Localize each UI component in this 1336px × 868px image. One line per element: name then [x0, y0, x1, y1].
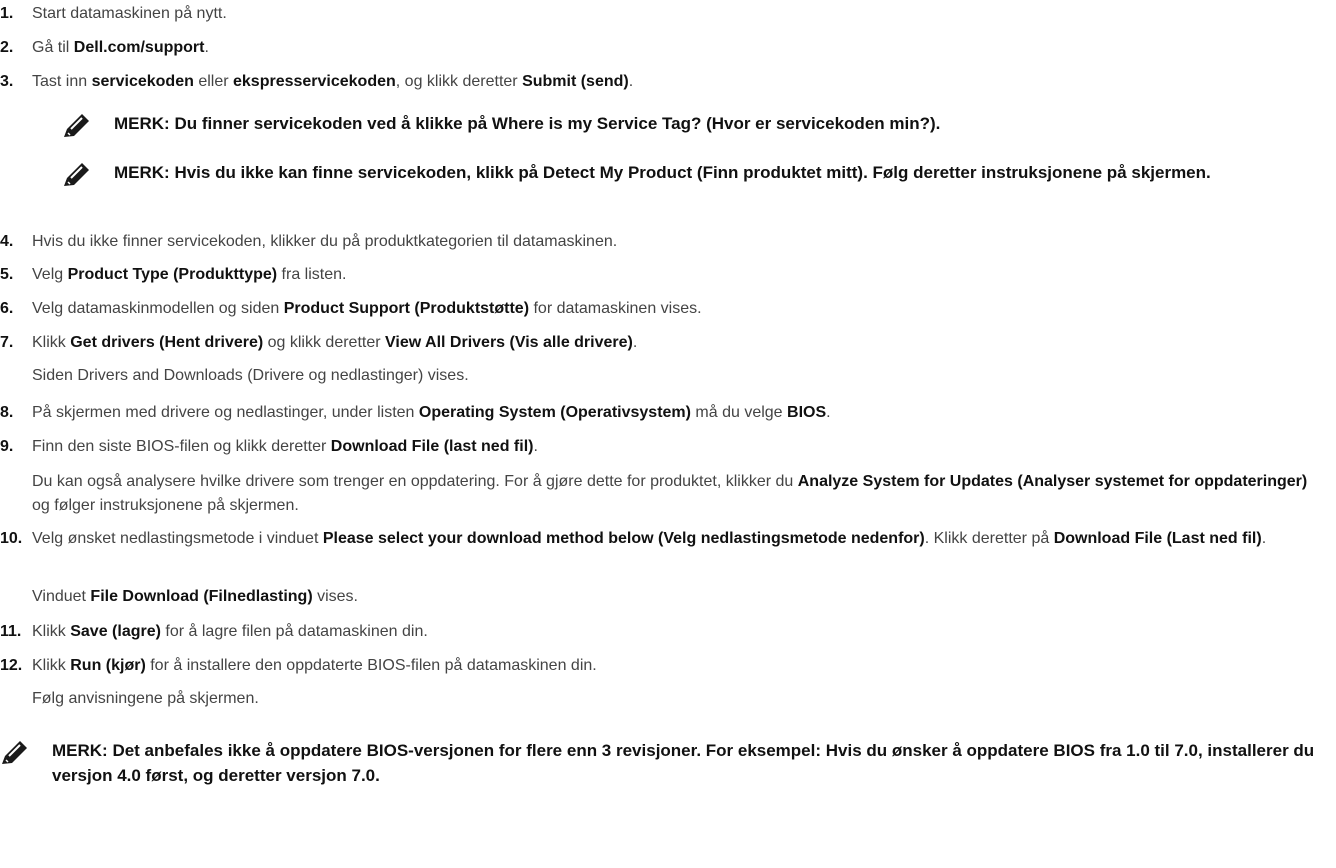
- step-number: 10.: [0, 530, 23, 547]
- step-10-result: Vinduet File Download (Filnedlasting) vi…: [32, 587, 1328, 606]
- text-segment: og følger instruksjonene på skjermen.: [32, 497, 299, 514]
- bold-term: View All Drivers (Vis alle drivere): [385, 334, 633, 351]
- text-segment: Start datamaskinen på nytt.: [32, 5, 227, 22]
- step-12-result: Følg anvisningene på skjermen.: [32, 689, 1328, 708]
- step-text: Gå til Dell.com/support.: [32, 38, 1328, 57]
- step-text: Velg Product Type (Produkttype) fra list…: [32, 265, 1328, 284]
- step-text: Hvis du ikke finner servicekoden, klikke…: [32, 232, 1328, 251]
- text-segment: Hvis du ikke finner servicekoden, klikke…: [32, 233, 618, 250]
- text-segment: Velg datamaskinmodellen og siden: [32, 300, 284, 317]
- step-text: Klikk Save (lagre) for å lagre filen på …: [32, 622, 1328, 641]
- bold-term: Submit (send): [522, 73, 629, 90]
- bold-term: Download File (last ned fil): [330, 438, 534, 455]
- step-number: 1.: [0, 5, 14, 22]
- text-segment: .: [628, 73, 634, 90]
- text-segment: for å installere den oppdaterte BIOS-fil…: [145, 657, 597, 674]
- text-segment: . Klikk deretter på: [924, 530, 1054, 547]
- text-segment: eller: [193, 73, 233, 90]
- text-segment: Velg ønsket nedlastingsmetode i vinduet: [32, 530, 323, 547]
- text-segment: På skjermen med drivere og nedlastinger,…: [32, 404, 419, 421]
- text-segment: Siden Drivers and Downloads (Drivere og …: [32, 367, 469, 384]
- note-text: MERK: Du finner servicekoden ved å klikk…: [114, 114, 941, 133]
- text-segment: Vinduet: [32, 588, 91, 605]
- step-text: Klikk Run (kjør) for å installere den op…: [32, 656, 1328, 675]
- bold-term: ekspresservicekoden: [233, 73, 396, 90]
- step-number: 4.: [0, 233, 14, 250]
- bold-term: Dell.com/support: [73, 39, 205, 56]
- step-number: 6.: [0, 300, 14, 317]
- step-number: 12.: [0, 657, 23, 674]
- note-text: MERK: Hvis du ikke kan finne servicekode…: [114, 163, 1211, 182]
- text-segment: fra listen.: [277, 266, 347, 283]
- text-segment: Klikk: [32, 334, 71, 351]
- step-number: 11.: [0, 623, 22, 640]
- text-segment: .: [204, 39, 209, 56]
- step-number: 7.: [0, 334, 14, 351]
- bold-term: Run (kjør): [70, 657, 146, 674]
- step-text: Klikk Get drivers (Hent drivere) og klik…: [32, 333, 1328, 352]
- text-segment: Gå til: [32, 39, 74, 56]
- text-segment: Følg anvisningene på skjermen.: [32, 690, 259, 707]
- step-number: 8.: [0, 404, 14, 421]
- text-segment: Velg: [32, 266, 68, 283]
- note-service-tag: MERK: Du finner servicekoden ved å klikk…: [62, 111, 1328, 139]
- text-segment: Finn den siste BIOS-filen og klikk deret…: [32, 438, 331, 455]
- bold-term: servicekoden: [91, 73, 194, 90]
- text-segment: må du velge: [690, 404, 788, 421]
- step-9-detail: Du kan også analysere hvilke drivere som…: [32, 470, 1328, 518]
- step-text: Velg ønsket nedlastingsmetode i vinduet …: [32, 527, 1328, 551]
- text-segment: .: [632, 334, 638, 351]
- text-segment: for å lagre filen på datamaskinen din.: [160, 623, 428, 640]
- note-pencil-icon: [64, 163, 89, 186]
- bold-term: Get drivers (Hent drivere): [70, 334, 264, 351]
- bold-term: File Download (Filnedlasting): [90, 588, 313, 605]
- note-text: MERK: Det anbefales ikke å oppdatere BIO…: [52, 741, 1315, 785]
- text-segment: Tast inn: [32, 73, 92, 90]
- text-segment: Klikk: [32, 657, 71, 674]
- note-pencil-icon: [2, 741, 27, 764]
- bold-term: Analyze System for Updates (Analyser sys…: [797, 473, 1308, 490]
- text-segment: .: [533, 438, 538, 455]
- bold-term: Save (lagre): [70, 623, 161, 640]
- bold-term: BIOS: [787, 404, 827, 421]
- text-segment: .: [1261, 530, 1267, 547]
- text-segment: .: [826, 404, 831, 421]
- step-7-result: Siden Drivers and Downloads (Drivere og …: [32, 366, 1328, 385]
- text-segment: og klikk deretter: [263, 334, 386, 351]
- step-text: Start datamaskinen på nytt.: [32, 4, 1328, 23]
- bold-term: Please select your download method below…: [322, 530, 925, 547]
- step-number: 3.: [0, 73, 14, 90]
- step-text: Velg datamaskinmodellen og siden Product…: [32, 299, 1328, 318]
- bold-term: Operating System (Operativsystem): [418, 404, 691, 421]
- text-segment: , og klikk deretter: [395, 73, 523, 90]
- step-text: Finn den siste BIOS-filen og klikk deret…: [32, 437, 1328, 456]
- note-bios-revisions: MERK: Det anbefales ikke å oppdatere BIO…: [0, 738, 1328, 790]
- bold-term: Product Support (Produktstøtte): [283, 300, 530, 317]
- bold-term: Download File (Last ned fil): [1053, 530, 1262, 547]
- text-segment: Klikk: [32, 623, 71, 640]
- note-pencil-icon: [64, 114, 89, 137]
- bold-term: Product Type (Produkttype): [67, 266, 278, 283]
- step-text: På skjermen med drivere og nedlastinger,…: [32, 403, 1328, 422]
- text-segment: vises.: [312, 588, 358, 605]
- text-segment: Du kan også analysere hvilke drivere som…: [32, 473, 798, 490]
- step-number: 9.: [0, 438, 14, 455]
- note-detect-product: MERK: Hvis du ikke kan finne servicekode…: [62, 160, 1328, 212]
- text-segment: for datamaskinen vises.: [529, 300, 702, 317]
- step-number: 2.: [0, 39, 14, 56]
- step-text: Tast inn servicekoden eller ekspresservi…: [32, 72, 1328, 91]
- step-number: 5.: [0, 266, 14, 283]
